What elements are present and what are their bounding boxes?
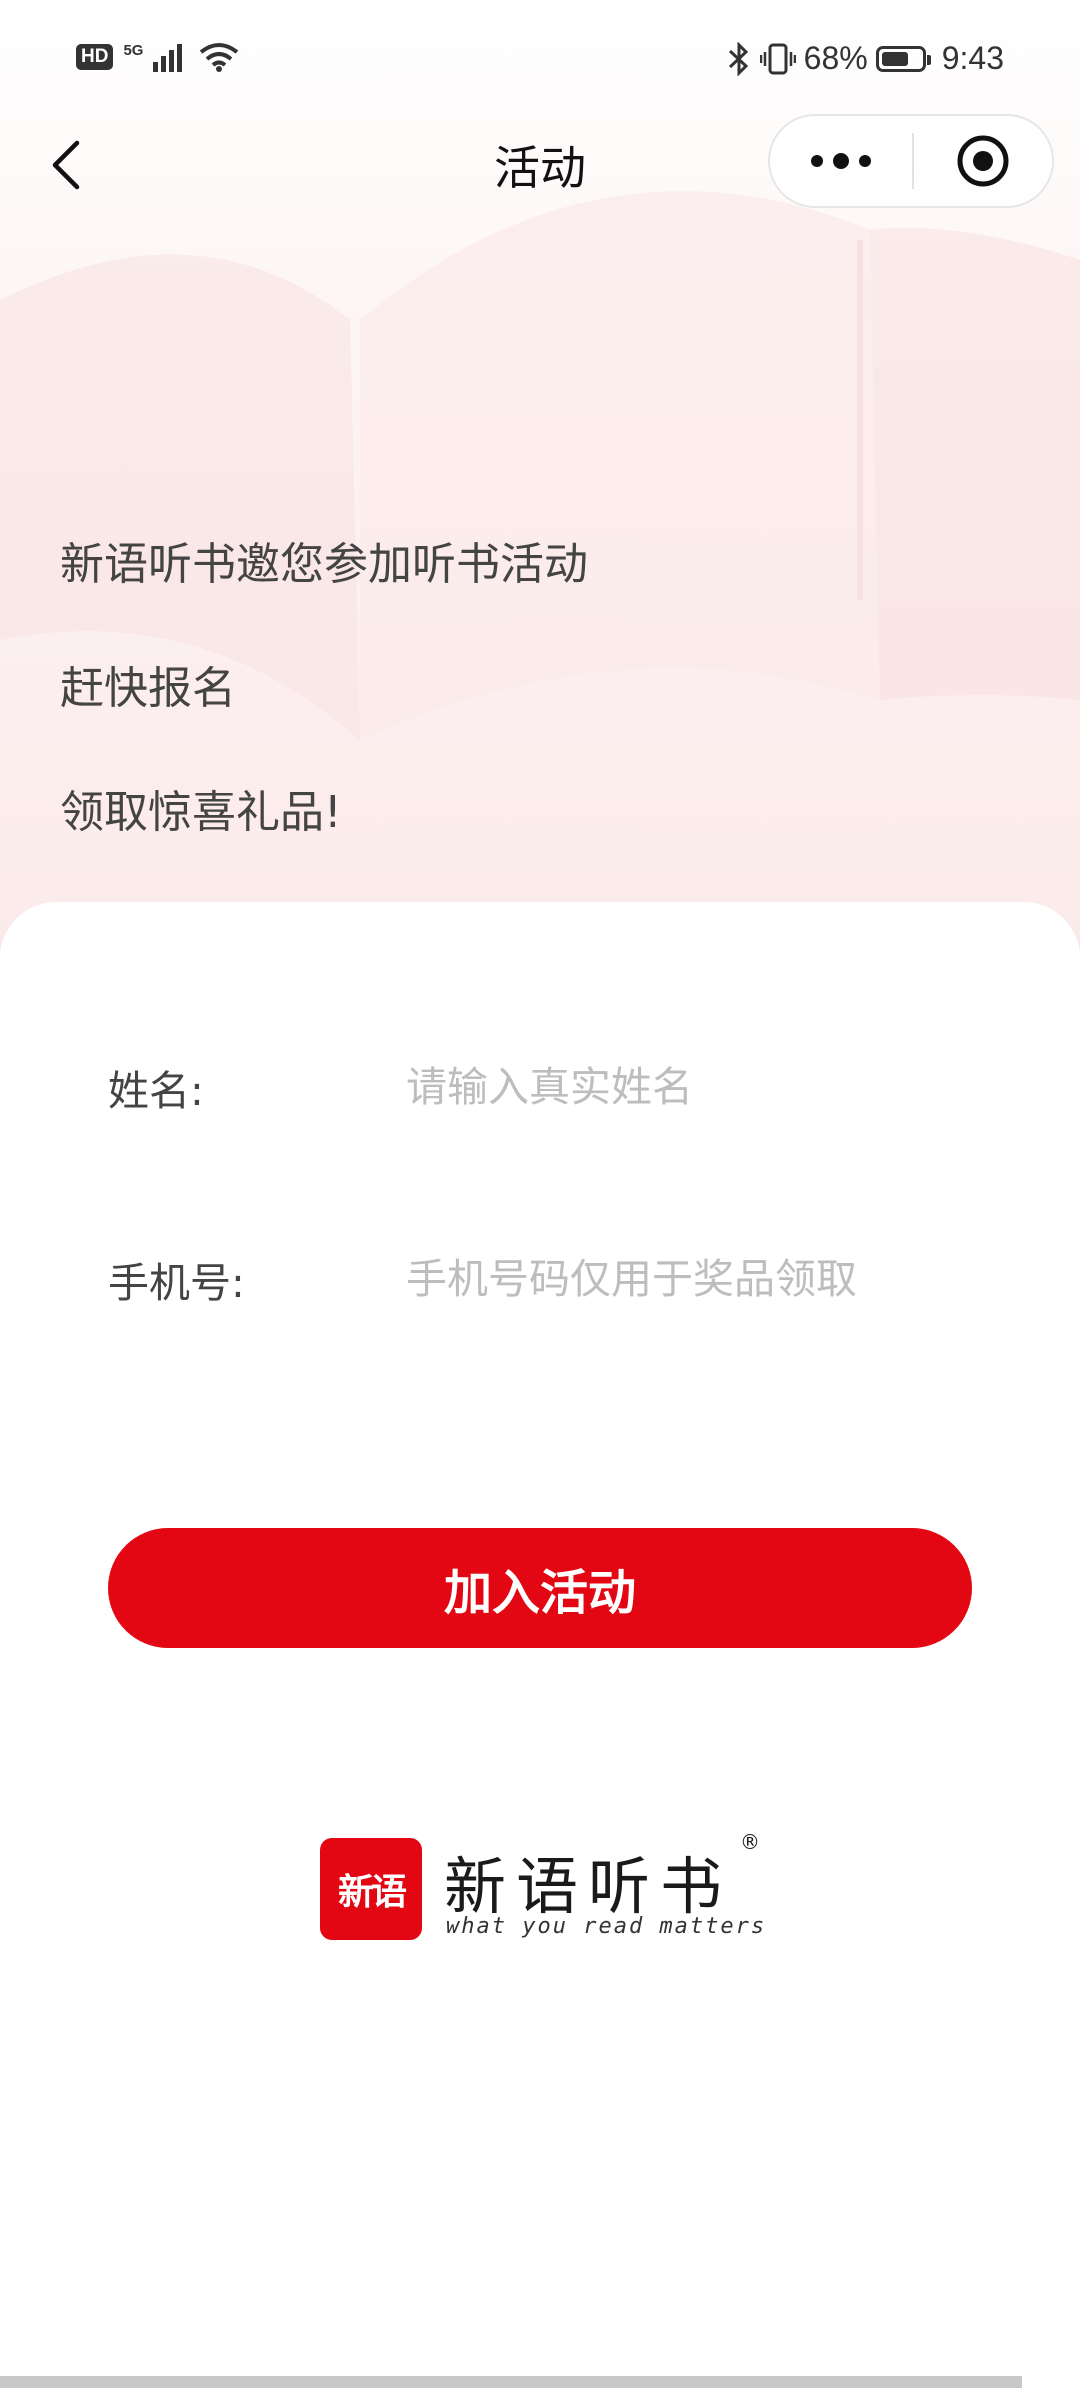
network-type: 5G — [123, 41, 144, 59]
vibrate-icon — [759, 43, 796, 74]
close-mini-program-button[interactable] — [914, 116, 1052, 206]
brand-slogan: what you read matters — [446, 1914, 767, 1939]
registered-mark: ® — [740, 1830, 760, 1854]
bluetooth-icon — [728, 41, 748, 76]
clock: 9:43 — [941, 40, 1004, 76]
signup-form-card: 姓名: 手机号: 加入活动 新语 新语听书 ® what you read ma… — [0, 902, 1080, 2388]
hero-line-gift: 领取惊喜礼品! — [60, 787, 342, 838]
join-activity-button[interactable]: 加入活动 — [108, 1528, 972, 1648]
phone-input[interactable] — [406, 1239, 978, 1319]
hero-line-signup: 赶快报名 — [60, 663, 236, 714]
navigation-bar: 活动 — [0, 110, 1080, 220]
activity-page: HD 5G 68% 9:43 活动 新语听书邀您参加听书活动 赶快报名 领取惊喜… — [0, 0, 1080, 2388]
bottom-scroll-indicator — [0, 2376, 1022, 2388]
battery-icon — [875, 45, 931, 72]
brand-name: 新语听书 — [444, 1850, 733, 1923]
name-input[interactable] — [406, 1047, 978, 1127]
name-row: 姓名: — [108, 1042, 978, 1132]
name-label: 姓名: — [108, 1067, 204, 1115]
hero-line-invite: 新语听书邀您参加听书活动 — [60, 539, 588, 590]
phone-label: 手机号: — [108, 1259, 245, 1307]
more-dots-icon — [811, 153, 871, 169]
mini-program-capsule — [768, 114, 1054, 208]
brand-logo: 新语 新语听书 ® what you read matters — [320, 1830, 770, 1950]
battery-percent: 68% — [803, 40, 868, 76]
hd-badge: HD — [76, 44, 114, 70]
wifi-icon — [200, 43, 239, 72]
phone-row: 手机号: — [108, 1234, 978, 1324]
battery-fill — [881, 51, 908, 66]
brand-mark: 新语 — [320, 1838, 422, 1940]
target-circle-icon — [957, 135, 1009, 187]
more-button[interactable] — [770, 116, 912, 206]
signal-icon — [153, 44, 183, 72]
hero-text: 新语听书邀您参加听书活动 赶快报名 领取惊喜礼品! — [60, 525, 588, 897]
